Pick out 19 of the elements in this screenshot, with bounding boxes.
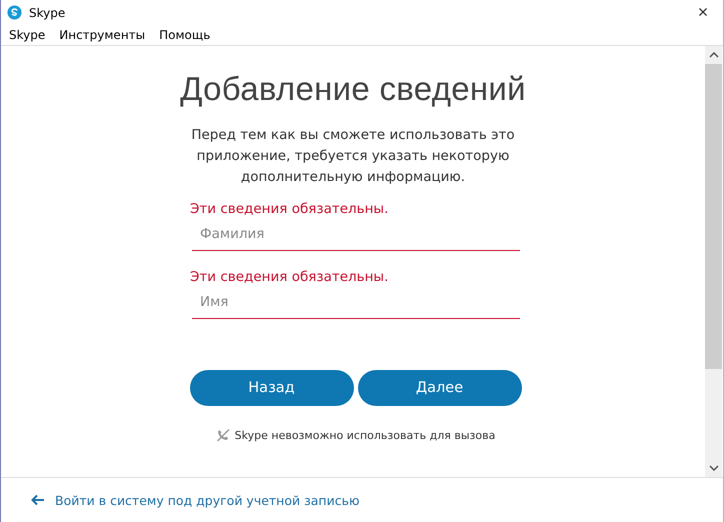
menu-item[interactable]: Skype xyxy=(9,28,46,42)
page-heading: Добавление сведений xyxy=(180,70,526,108)
action-button[interactable]: Назад xyxy=(190,370,354,406)
scrollbar[interactable] xyxy=(705,46,722,477)
back-arrow-icon[interactable] xyxy=(31,494,45,506)
intro-text: Перед тем как вы сможете использовать это приложение, требуется указать некоторую дополнительную информацию. xyxy=(190,126,516,187)
error-message: Эти сведения обязательны. xyxy=(190,201,390,217)
action-button[interactable]: Далее xyxy=(358,370,522,406)
window-title: Skype xyxy=(29,6,66,20)
notice-text: Skype невозможно использовать для вызова xyxy=(234,428,496,442)
close-button[interactable]: × xyxy=(683,0,723,25)
menu-item[interactable]: Помощь xyxy=(159,28,210,42)
menu-item[interactable]: Инструменты xyxy=(59,28,146,42)
scroll-down-icon[interactable] xyxy=(708,465,718,471)
crossed-phone-icon xyxy=(216,428,230,442)
error-message: Эти сведения обязательны. xyxy=(190,269,390,285)
skype-logo-icon xyxy=(7,5,22,20)
scroll-up-icon[interactable] xyxy=(708,52,718,58)
switch-account-link[interactable]: Войти в систему под другой учетной записью xyxy=(55,492,360,508)
